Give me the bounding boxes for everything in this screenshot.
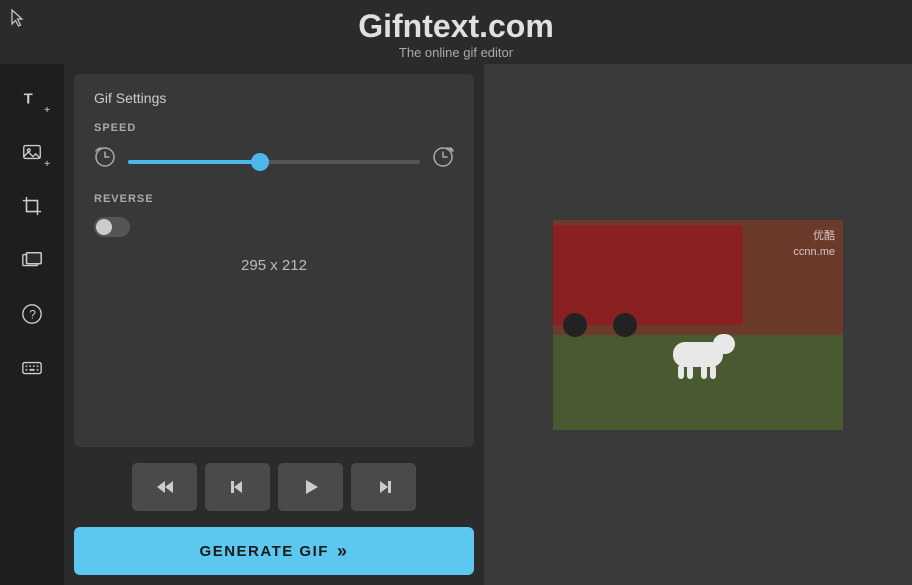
truck-wheel-1 xyxy=(563,313,587,337)
play-button[interactable] xyxy=(278,463,343,511)
speed-label: SPEED xyxy=(94,122,454,134)
speed-slider[interactable] xyxy=(128,160,420,164)
svg-text:T: T xyxy=(24,92,33,108)
watermark: 优酷 ccnn.me xyxy=(793,228,835,261)
preview-area: 优酷 ccnn.me xyxy=(484,64,912,585)
reverse-label: REVERSE xyxy=(94,193,454,205)
gif-preview: 优酷 ccnn.me xyxy=(553,220,843,430)
gif-settings-title: Gif Settings xyxy=(94,90,454,106)
reverse-toggle[interactable] xyxy=(94,217,130,237)
truck-shape xyxy=(553,225,743,325)
generate-gif-button[interactable]: GENERATE GIF » xyxy=(74,527,474,575)
watermark-line1: 优酷 xyxy=(793,228,835,245)
dog-leg-2 xyxy=(687,365,693,379)
sidebar-item-add-text[interactable]: T + xyxy=(8,74,56,122)
prev-frame-button[interactable] xyxy=(205,463,270,511)
sidebar-item-keyboard[interactable] xyxy=(8,344,56,392)
dog-body xyxy=(673,342,723,367)
dog-leg-3 xyxy=(701,365,707,379)
dog-leg-4 xyxy=(710,365,716,379)
speed-slider-wrap xyxy=(128,151,420,169)
fast-speed-icon xyxy=(432,146,454,173)
generate-chevrons: » xyxy=(337,541,349,562)
next-frame-button[interactable] xyxy=(351,463,416,511)
app-title: Gifntext.com xyxy=(0,8,912,45)
speed-row xyxy=(94,146,454,173)
header: Gifntext.com The online gif editor xyxy=(0,0,912,64)
reverse-section: REVERSE xyxy=(94,193,454,237)
dog-shape xyxy=(673,342,723,367)
playback-bar xyxy=(74,457,474,517)
add-image-plus: + xyxy=(44,159,50,170)
toggle-wrap xyxy=(94,217,454,237)
main-layout: T + + xyxy=(0,64,912,585)
rewind-button[interactable] xyxy=(132,463,197,511)
add-text-plus: + xyxy=(44,105,50,116)
sidebar: T + + xyxy=(0,64,64,585)
panel-area: Gif Settings SPEED xyxy=(64,64,484,585)
dog-head xyxy=(713,334,735,354)
sidebar-item-help[interactable]: ? xyxy=(8,290,56,338)
truck-wheel-2 xyxy=(613,313,637,337)
gif-inner: 优酷 ccnn.me xyxy=(553,220,843,430)
dimensions-label: 295 x 212 xyxy=(94,257,454,274)
sidebar-item-crop[interactable] xyxy=(8,182,56,230)
gif-settings-box: Gif Settings SPEED xyxy=(74,74,474,447)
sidebar-item-frames[interactable] xyxy=(8,236,56,284)
svg-text:?: ? xyxy=(29,308,36,322)
dog-leg-1 xyxy=(678,365,684,379)
slow-speed-icon xyxy=(94,146,116,173)
app-subtitle: The online gif editor xyxy=(0,45,912,60)
generate-gif-label: GENERATE GIF xyxy=(200,543,329,560)
sidebar-item-add-image[interactable]: + xyxy=(8,128,56,176)
toggle-knob xyxy=(96,219,112,235)
watermark-line2: ccnn.me xyxy=(793,244,835,261)
